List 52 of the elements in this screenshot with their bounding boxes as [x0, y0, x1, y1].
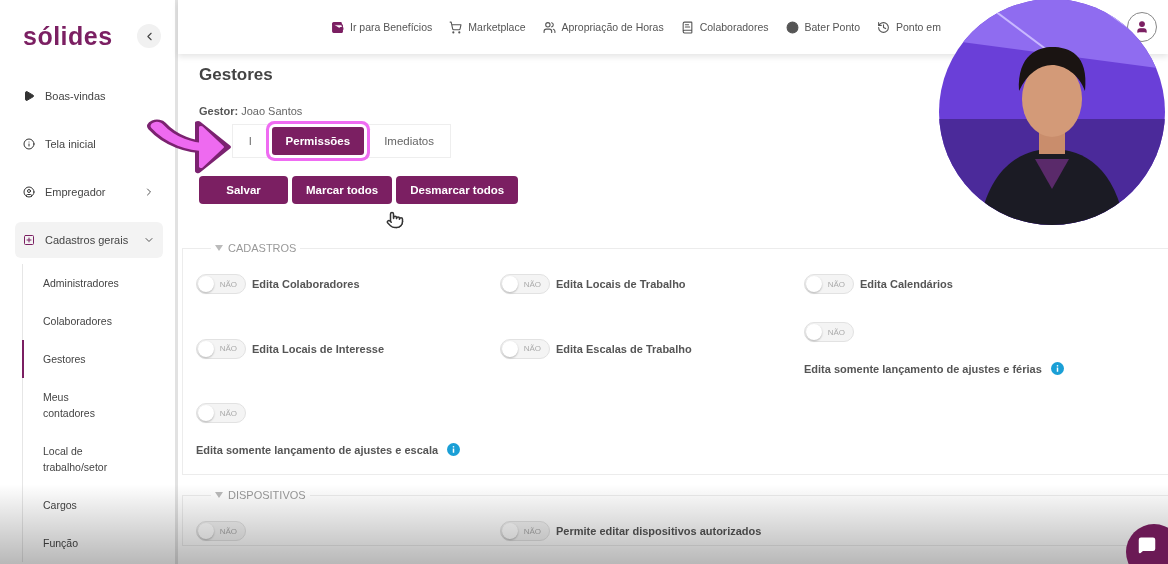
permission-label: Permite editar dispositivos autorizados [556, 525, 762, 537]
top-nav-link[interactable]: Ponto em [877, 20, 941, 34]
top-nav-link[interactable]: Apropriação de Horas [542, 20, 664, 34]
chat-icon [1138, 536, 1156, 554]
caret-down-icon[interactable] [215, 492, 223, 498]
action-button[interactable]: Desmarcar todos [396, 176, 519, 204]
hand-cursor-icon [386, 211, 404, 229]
permission-label: Edita somente lançamento de ajustes e férias [804, 362, 1042, 375]
action-button[interactable]: Marcar todos [292, 176, 393, 204]
caret-down-icon[interactable] [215, 245, 223, 251]
user-circle-icon [23, 186, 35, 198]
permission-label: Edita Locais de Interesse [252, 342, 385, 355]
info-icon[interactable] [1050, 362, 1064, 375]
sidebar-item[interactable]: Empregador [15, 174, 163, 210]
permission-label: Edita Escalas de Trabalho [556, 342, 692, 355]
sidebar-subitem[interactable]: Meus contadores [22, 378, 175, 432]
tab[interactable]: Imediatos [370, 127, 448, 155]
sidebar-subitem[interactable]: Cargos [22, 486, 175, 524]
wallet-icon [331, 20, 344, 34]
sidebar-group[interactable]: Cadastros gerais [15, 222, 163, 258]
action-button[interactable]: Salvar [199, 176, 288, 204]
sidebar-subitem[interactable]: Colaboradores [22, 302, 175, 340]
info-icon[interactable] [447, 443, 461, 456]
permission-label: Edita Calendários [860, 278, 953, 290]
permission-label: Edita Colaboradores [252, 278, 360, 290]
logo: sólides [23, 21, 113, 51]
tab[interactable]: l [235, 127, 266, 155]
manager-name: Gestor: Joao Santos [199, 105, 304, 117]
info-icon [23, 138, 35, 150]
section-title: DISPOSITIVOS [228, 489, 306, 501]
section-title: CADASTROS [228, 242, 297, 254]
collapse-button[interactable] [137, 24, 161, 48]
top-nav-link[interactable]: Bater Ponto [785, 20, 860, 34]
top-nav-link[interactable]: Marketplace [449, 20, 526, 34]
play-icon [23, 90, 35, 102]
permission-label: Edita somente lançamento de ajustes e escala [196, 443, 439, 456]
plus-square-icon [23, 234, 35, 246]
user-icon [1135, 20, 1149, 34]
users-icon [542, 20, 556, 34]
top-nav-link[interactable]: Colaboradores [680, 20, 769, 34]
cart-icon [449, 20, 463, 34]
sidebar-subitem[interactable]: Gestores [22, 340, 175, 378]
sidebar-subitem[interactable]: Função [22, 524, 175, 562]
sidebar-subitem[interactable]: Local de trabalho/setor [22, 432, 175, 486]
book-icon [680, 20, 694, 34]
top-nav-link[interactable]: Ir para Benefícios [331, 20, 433, 34]
sidebar-item[interactable]: Boas-vindas [15, 78, 163, 114]
page-title: Gestores [199, 65, 274, 85]
sidebar-item[interactable]: Tela inicial [15, 126, 163, 162]
sidebar-subitem[interactable]: Administradores [22, 264, 175, 302]
permission-label: Edita Locais de Trabalho [556, 278, 686, 290]
history-icon [877, 20, 890, 34]
